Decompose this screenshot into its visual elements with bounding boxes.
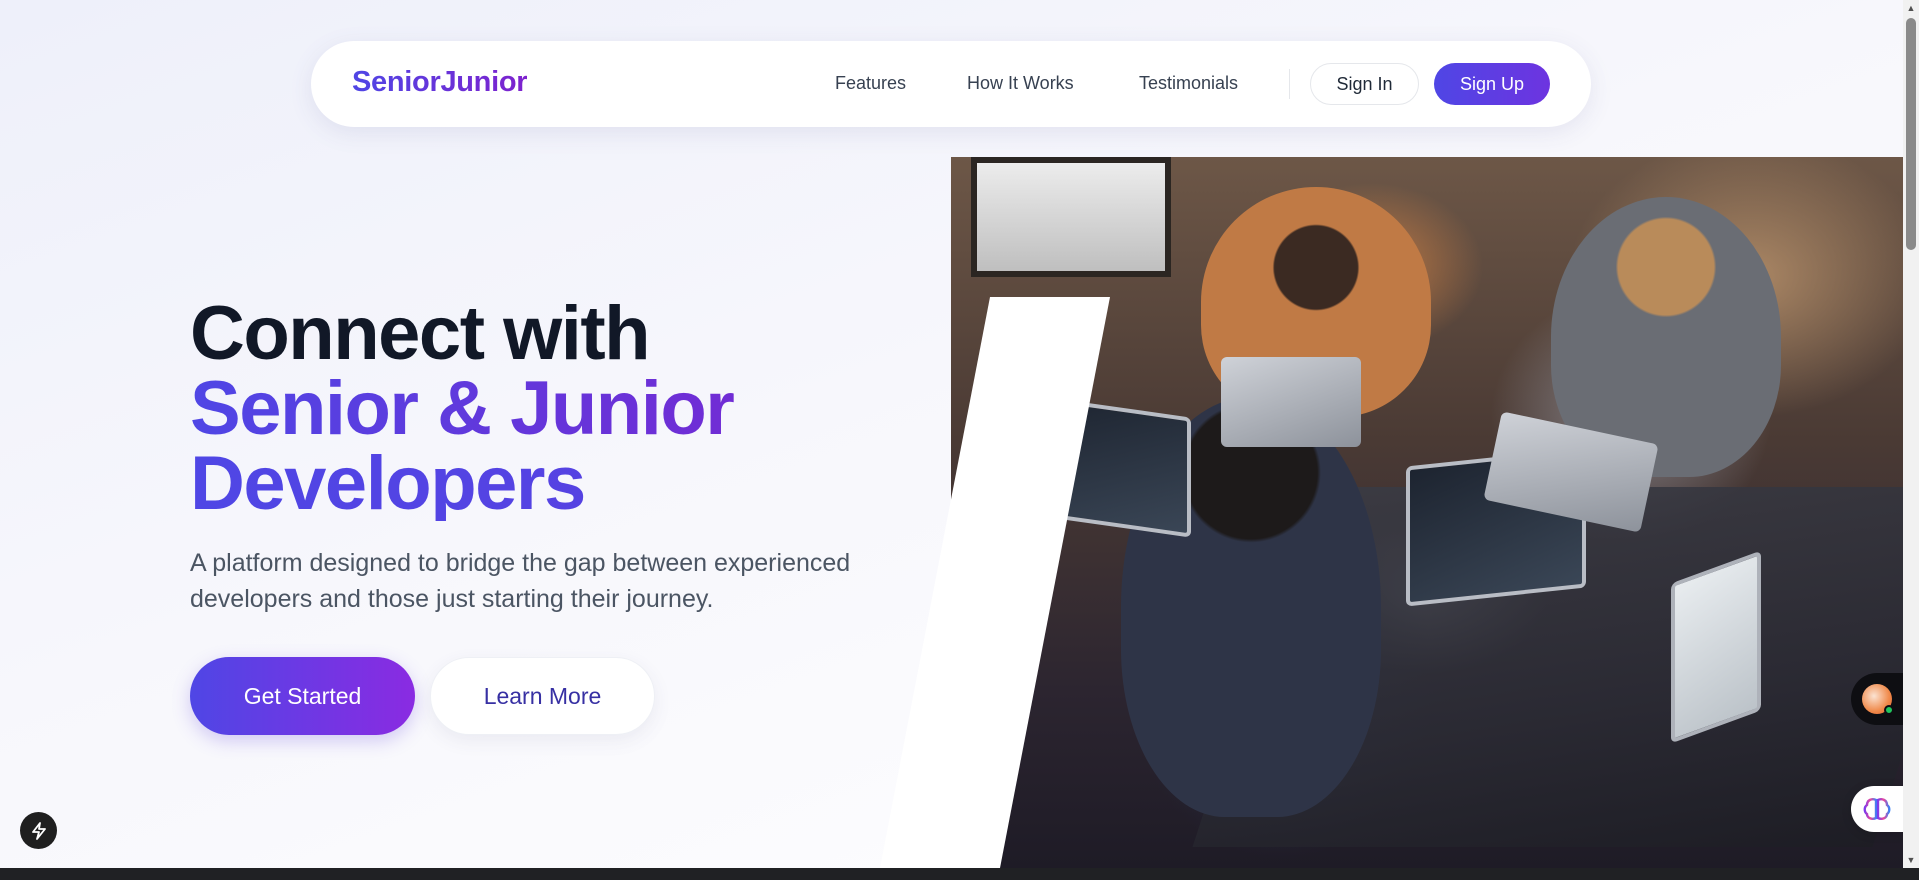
scrollbar-thumb[interactable]: [1906, 18, 1916, 250]
photo-laptop-screen-1: [1041, 396, 1191, 538]
nav-divider: [1289, 69, 1290, 99]
brand-logo[interactable]: SeniorJunior: [352, 66, 528, 99]
get-started-button[interactable]: Get Started: [190, 657, 415, 735]
photo-laptop-screen-3: [1671, 550, 1761, 744]
sign-up-button[interactable]: Sign Up: [1434, 63, 1550, 105]
hero-heading-line3: Developers: [190, 446, 950, 522]
os-taskbar: [0, 868, 1919, 880]
hero-heading-line1: Connect with: [190, 291, 651, 376]
scroll-up-icon[interactable]: ▲: [1903, 0, 1919, 16]
brain-icon[interactable]: [1851, 786, 1903, 832]
top-navbar: SeniorJunior Features How It Works Testi…: [311, 41, 1591, 127]
online-status-dot: [1884, 705, 1894, 715]
photo-window-detail: [971, 157, 1171, 277]
nav-link-how-it-works[interactable]: How It Works: [967, 73, 1074, 94]
hero-subtitle: A platform designed to bridge the gap be…: [190, 549, 851, 613]
photo-laptop-1: [1221, 357, 1361, 447]
learn-more-button[interactable]: Learn More: [430, 657, 655, 735]
bolt-icon-glyph: [31, 821, 46, 840]
sign-in-button[interactable]: Sign In: [1310, 63, 1419, 105]
hero-heading-line2: Senior & Junior: [190, 371, 950, 447]
nav-link-features[interactable]: Features: [835, 73, 906, 94]
brain-icon-glyph: [1863, 798, 1891, 820]
hero-image: [951, 157, 1903, 868]
scroll-down-icon[interactable]: ▼: [1903, 852, 1919, 868]
bolt-icon[interactable]: [20, 812, 57, 849]
page-scrollbar[interactable]: ▲ ▼: [1903, 0, 1919, 868]
chat-avatar: [1862, 684, 1894, 715]
nav-link-testimonials[interactable]: Testimonials: [1139, 73, 1238, 94]
chat-avatar-icon[interactable]: [1851, 673, 1903, 725]
hero-heading: Connect with Senior & Junior Developers: [190, 291, 950, 522]
